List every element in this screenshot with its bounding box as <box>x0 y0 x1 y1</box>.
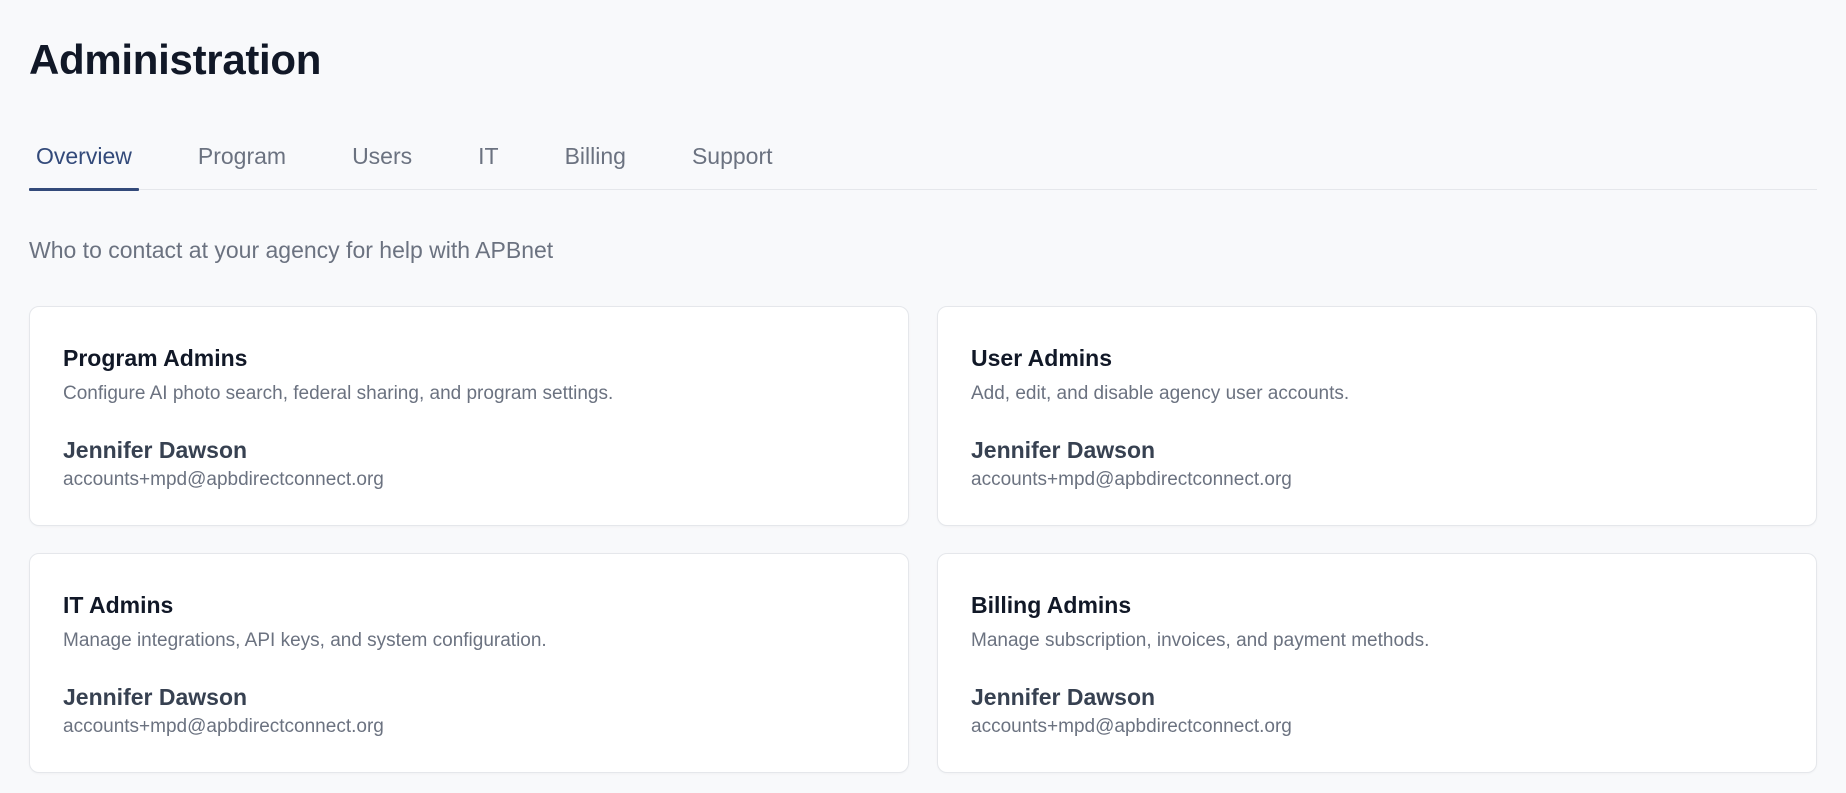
contact-email-link[interactable]: accounts+mpd@apbdirectconnect.org <box>971 714 1783 740</box>
card-description: Manage subscription, invoices, and payme… <box>971 630 1430 651</box>
contact-name: Jennifer Dawson <box>971 437 1156 463</box>
contact-email-link[interactable]: accounts+mpd@apbdirectconnect.org <box>63 714 875 740</box>
contact-name: Jennifer Dawson <box>63 684 248 710</box>
card-title: Billing Admins <box>971 592 1132 618</box>
contact-name: Jennifer Dawson <box>971 684 1156 710</box>
card-title: Program Admins <box>63 345 248 371</box>
billing-admins-card: Billing Admins Manage subscription, invo… <box>937 553 1817 773</box>
contact-email-link[interactable]: accounts+mpd@apbdirectconnect.org <box>63 467 875 493</box>
card-title: IT Admins <box>63 592 174 618</box>
tab-billing[interactable]: Billing <box>558 139 633 190</box>
tab-bar: Overview Program Users IT Billing Suppor… <box>29 139 1817 191</box>
card-description: Add, edit, and disable agency user accou… <box>971 383 1350 404</box>
administration-page: Administration Overview Program Users IT… <box>0 0 1846 793</box>
tab-overview[interactable]: Overview <box>29 139 139 191</box>
program-admins-card: Program Admins Configure AI photo search… <box>29 306 909 526</box>
user-admins-card: User Admins Add, edit, and disable agenc… <box>937 306 1817 526</box>
tab-support[interactable]: Support <box>685 139 780 190</box>
card-description: Configure AI photo search, federal shari… <box>63 383 614 404</box>
it-admins-card: IT Admins Manage integrations, API keys,… <box>29 553 909 773</box>
tab-it[interactable]: IT <box>471 139 505 190</box>
contact-email-link[interactable]: accounts+mpd@apbdirectconnect.org <box>971 467 1783 493</box>
card-title: User Admins <box>971 345 1113 371</box>
contact-name: Jennifer Dawson <box>63 437 248 463</box>
page-title: Administration <box>29 36 322 83</box>
tab-program[interactable]: Program <box>191 139 293 190</box>
tab-users[interactable]: Users <box>345 139 419 190</box>
intro-text: Who to contact at your agency for help w… <box>29 237 554 263</box>
card-description: Manage integrations, API keys, and syste… <box>63 630 547 651</box>
admin-contacts-grid: Program Admins Configure AI photo search… <box>29 306 1817 773</box>
